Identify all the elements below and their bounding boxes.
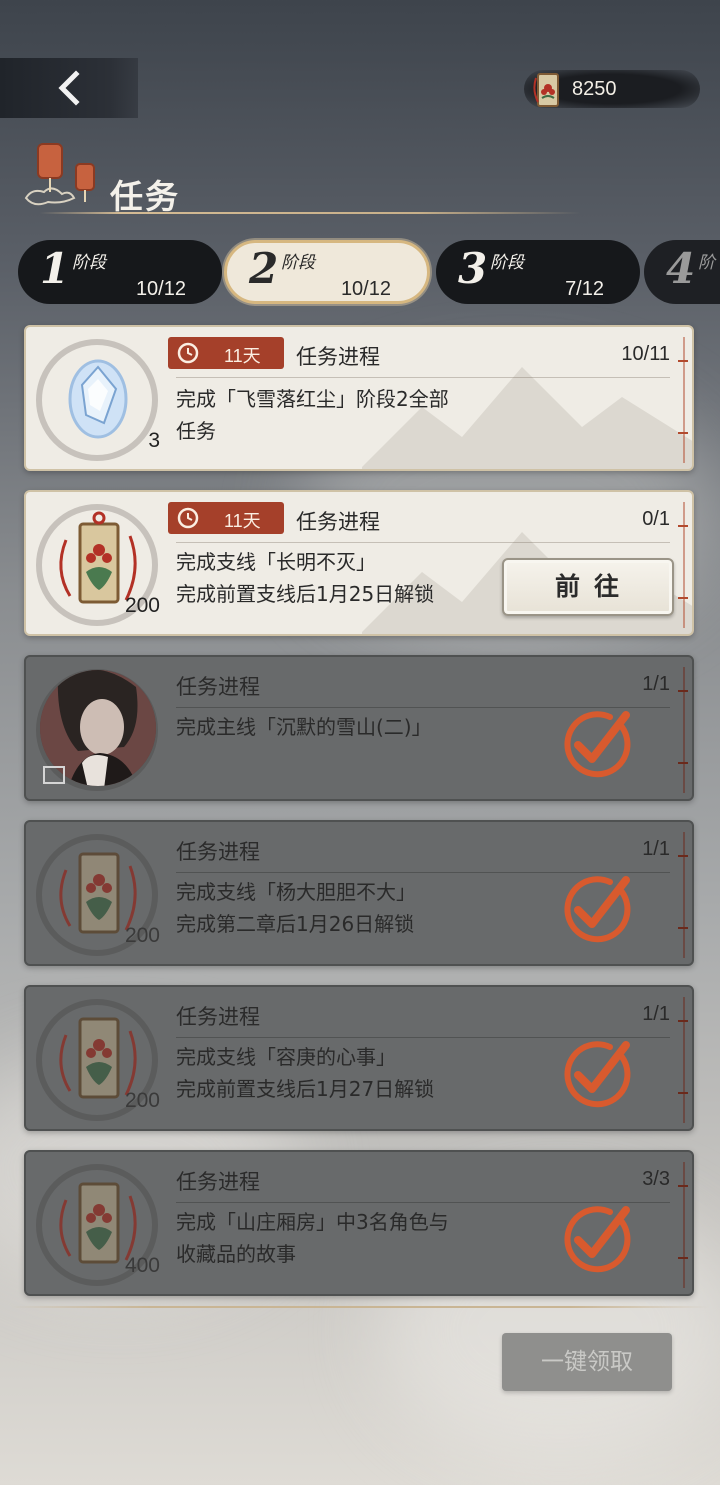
task-description: 完成「飞雪落红尘」阶段2全部 [176, 387, 449, 411]
task-description: 完成支线「容庚的心事」 [176, 1045, 396, 1069]
stage-tab-3[interactable]: 3 阶段 7/12 [436, 240, 640, 304]
task-label: 任务进程 [296, 510, 380, 534]
stage-count: 10/12 [135, 278, 186, 300]
back-button[interactable] [0, 58, 138, 118]
task-card: 3 11天 任务进程 10/11 完成「飞雪落红尘」阶段2全部 任务 [24, 325, 694, 471]
completed-check-icon [564, 876, 631, 943]
stage-tab-2[interactable]: 2 阶段 10/12 [224, 240, 430, 304]
reward-quantity: 200 [124, 924, 160, 947]
clock-icon [177, 342, 199, 364]
timer-text: 11天 [224, 511, 261, 531]
timer-badge: 11天 [168, 502, 284, 534]
task-unlock-hint: 完成第二章后1月26日解锁 [176, 912, 415, 936]
completed-check-icon [564, 1041, 631, 1108]
claim-all-button[interactable]: 一键领取 [502, 1333, 672, 1391]
task-progress: 0/1 [642, 508, 670, 530]
task-label: 任务进程 [296, 345, 380, 369]
stage-number: 3 [458, 244, 488, 293]
stage-tab-4[interactable]: 4 阶 [644, 240, 720, 304]
task-label: 任务进程 [176, 1170, 260, 1194]
stage-tab-1[interactable]: 1 阶段 10/12 [18, 240, 222, 304]
stage-number: 1 [40, 244, 70, 293]
edge-tick-decoration [678, 997, 688, 1123]
task-card: 200 任务进程 1/1 完成支线「杨大胆胆不大」 完成第二章后1月26日解锁 [24, 820, 694, 966]
task-progress: 1/1 [642, 673, 670, 695]
task-label: 任务进程 [176, 675, 260, 699]
stage-label: 阶段 [281, 253, 315, 273]
task-progress: 10/11 [621, 343, 670, 365]
task-divider [176, 377, 670, 378]
edge-tick-decoration [678, 1162, 688, 1288]
task-card: 400 任务进程 3/3 完成「山庄厢房」中3名角色与 收藏品的故事 [24, 1150, 694, 1296]
currency-display: 8250 [524, 70, 700, 108]
task-progress: 3/3 [642, 1168, 670, 1190]
charm-token-icon [533, 73, 559, 107]
stage-label: 阶段 [490, 253, 524, 273]
reward-quantity: 200 [124, 594, 160, 617]
chevron-left-icon [58, 70, 80, 106]
stage-label: 阶段 [72, 253, 106, 273]
stage-number: 2 [249, 244, 279, 293]
task-label: 任务进程 [176, 1005, 260, 1029]
edge-tick-decoration [678, 502, 688, 628]
task-card: 200 任务进程 1/1 完成支线「容庚的心事」 完成前置支线后1月27日解锁 [24, 985, 694, 1131]
reward-quantity: 400 [124, 1254, 160, 1277]
task-description-cont: 收藏品的故事 [176, 1242, 296, 1266]
completed-check-icon [564, 1206, 631, 1273]
task-card: 任务进程 1/1 完成主线「沉默的雪山(二)」 [24, 655, 694, 801]
stage-label: 阶 [698, 253, 715, 273]
list-bottom-divider [10, 1306, 710, 1308]
task-description: 完成主线「沉默的雪山(二)」 [176, 715, 432, 739]
task-unlock-hint: 完成前置支线后1月27日解锁 [176, 1077, 435, 1101]
reward-quantity: 3 [148, 429, 160, 452]
task-label: 任务进程 [176, 840, 260, 864]
timer-badge: 11天 [168, 337, 284, 369]
stage-count: 10/12 [340, 278, 391, 300]
reward-quantity: 200 [124, 1089, 160, 1112]
portrait-icon [40, 670, 156, 786]
stage-count: 7/12 [565, 278, 604, 300]
page-title: 任务 [110, 177, 180, 216]
edge-tick-decoration [678, 667, 688, 793]
task-divider [176, 542, 670, 543]
edge-tick-decoration [678, 337, 688, 463]
task-progress: 1/1 [642, 1003, 670, 1025]
title-divider [40, 212, 580, 214]
task-description: 完成支线「杨大胆胆不大」 [176, 880, 416, 904]
task-description: 完成「山庄厢房」中3名角色与 [176, 1210, 449, 1234]
task-description-cont: 任务 [176, 419, 216, 443]
currency-value: 8250 [572, 78, 617, 100]
stage-number: 4 [666, 244, 696, 293]
task-unlock-hint: 完成前置支线后1月25日解锁 [176, 582, 435, 606]
edge-tick-decoration [678, 832, 688, 958]
completed-check-icon [564, 711, 631, 778]
task-description: 完成支线「长明不灭」 [176, 550, 376, 574]
task-card: 200 11天 任务进程 0/1 完成支线「长明不灭」 完成前置支线后1月25日… [24, 490, 694, 636]
goto-button[interactable]: 前往 [502, 558, 674, 616]
timer-text: 11天 [224, 346, 261, 366]
clock-icon [177, 507, 199, 529]
task-progress: 1/1 [642, 838, 670, 860]
lantern-header-icon [24, 143, 95, 206]
